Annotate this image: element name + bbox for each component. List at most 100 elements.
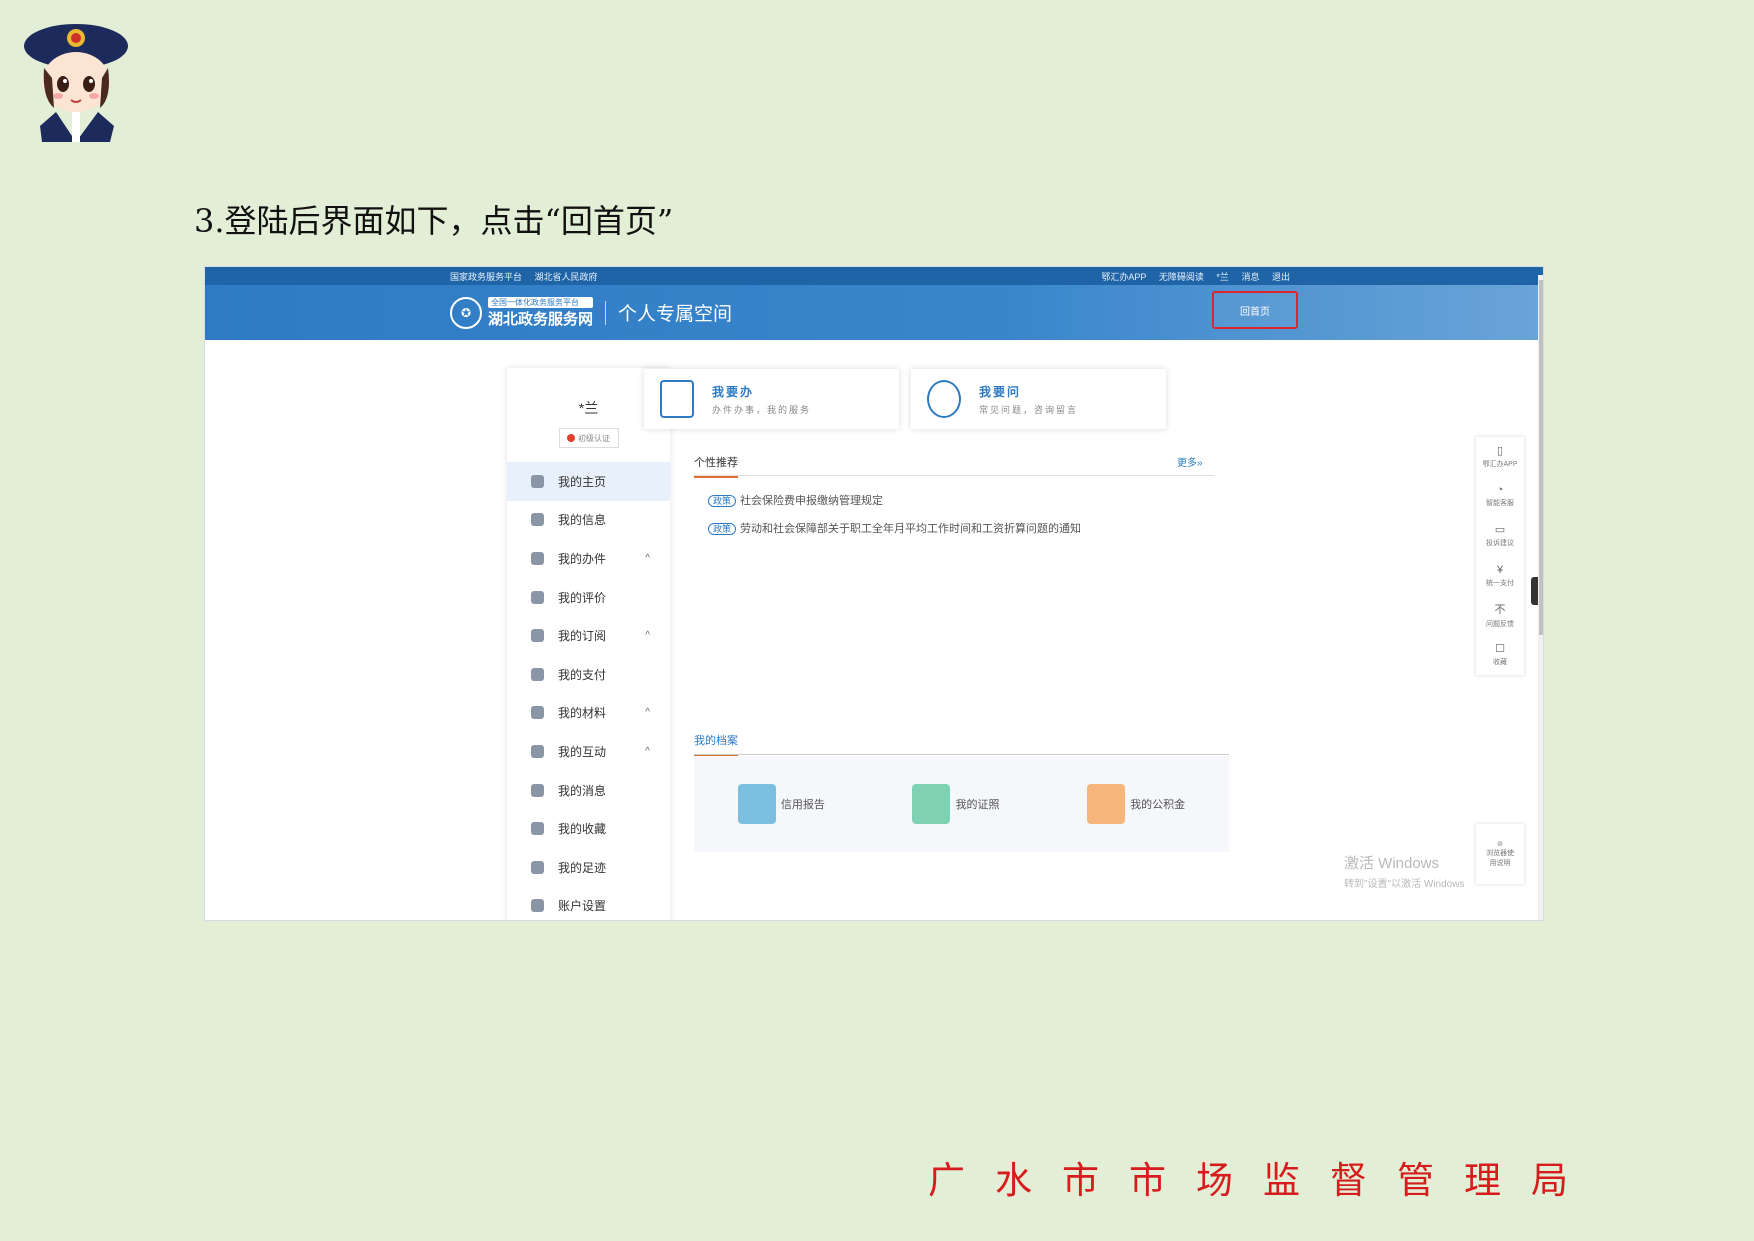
sidebar-item-label: 账户设置: [558, 899, 607, 914]
tool-label: 智能客服: [1486, 500, 1514, 508]
float-tool-item[interactable]: ☐ 收藏: [1476, 635, 1524, 675]
archive-housing-fund[interactable]: 我的公积金: [1087, 784, 1185, 824]
sidebar-item[interactable]: 我的互动 ^: [507, 732, 670, 771]
sidebar-item[interactable]: 我的消息: [507, 771, 670, 810]
archive-licenses[interactable]: 我的证照: [912, 784, 999, 824]
sidebar-item-label: 我的评价: [558, 590, 607, 605]
menu-icon: [531, 822, 544, 836]
topbar-link[interactable]: 鄂汇办APP: [1101, 272, 1146, 282]
card-subtitle: 常见问题，咨询留言: [979, 404, 1079, 415]
site-header: ✪ 全国一体化政务服务平台 湖北政务服务网 个人专属空间 回首页: [205, 285, 1543, 340]
float-tool-item[interactable]: ▯ 鄂汇办APP: [1476, 437, 1524, 477]
menu-icon: [531, 590, 544, 604]
sidebar-item[interactable]: 我的订阅 ^: [507, 616, 670, 655]
menu-icon: [531, 629, 544, 643]
tool-label: 投诉建议: [1486, 540, 1514, 548]
house-icon: [1087, 784, 1126, 824]
topbar-user[interactable]: *兰: [1216, 272, 1229, 282]
browser-guide-button[interactable]: ⊘ 浏览器使用说明: [1476, 824, 1524, 884]
footer-organization: 广水市市场监督管理局: [928, 1159, 1598, 1202]
archive-divider: [694, 754, 1229, 755]
site-logo-icon[interactable]: ✪: [450, 296, 482, 329]
topbar-link[interactable]: 湖北省人民政府: [535, 272, 598, 282]
sidebar-item[interactable]: 我的评价: [507, 578, 670, 617]
sidebar-item[interactable]: 我的主页: [507, 462, 670, 501]
browser-screenshot: 国家政务服务平台 湖北省人民政府 鄂汇办APP 无障碍阅读 *兰 消息 退出 ✪…: [204, 266, 1544, 921]
sidebar-item-label: 我的信息: [558, 513, 607, 528]
menu-icon: [531, 744, 544, 758]
float-tool-item[interactable]: ▭ 投诉建议: [1476, 516, 1524, 556]
sidebar-item[interactable]: 我的信息: [507, 501, 670, 540]
sidebar-item-label: 我的消息: [558, 783, 607, 798]
instruction-heading: 3.登陆后界面如下，点击“回首页”: [194, 202, 674, 240]
topbar-messages[interactable]: 消息: [1241, 272, 1259, 282]
sidebar-item[interactable]: 我的材料 ^: [507, 694, 670, 733]
card-subtitle: 办件办事，我的服务: [712, 404, 812, 415]
sidebar-item-label: 我的订阅: [558, 629, 607, 644]
float-tool-item[interactable]: ¥ 统一支付: [1476, 556, 1524, 596]
door-icon: [660, 380, 694, 418]
card-ask-question[interactable]: 我要问常见问题，咨询留言: [911, 369, 1166, 429]
credit-report-icon: [737, 784, 776, 824]
topbar-link[interactable]: 无障碍阅读: [1159, 272, 1204, 282]
logo-title[interactable]: 湖北政务服务网: [488, 308, 593, 329]
tool-icon: 不: [1494, 604, 1506, 617]
tool-label: 收藏: [1493, 659, 1507, 667]
news-item[interactable]: 政策 社会保险费申报缴纳管理规定: [708, 492, 883, 508]
chevron-up-icon[interactable]: ^: [645, 553, 650, 564]
chevron-up-icon[interactable]: ^: [645, 707, 650, 718]
sidebar-item[interactable]: 账户设置: [507, 887, 670, 920]
card-title: 我要办: [712, 384, 755, 399]
person-question-icon: [927, 380, 961, 418]
sidebar-item-label: 我的主页: [558, 474, 607, 489]
news-item[interactable]: 政策 劳动和社会保障部关于职工全年月平均工作时间和工资折算问题的通知: [708, 520, 1081, 536]
sidebar-item[interactable]: 我的支付: [507, 655, 670, 694]
card-handle-affairs[interactable]: 我要办办件办事，我的服务: [644, 369, 899, 429]
tool-icon: ▭: [1494, 524, 1506, 537]
scrollbar[interactable]: [1538, 275, 1543, 920]
menu-icon: [531, 860, 544, 874]
tool-icon: ◔: [1496, 484, 1504, 497]
logout-link[interactable]: 退出: [1272, 272, 1290, 282]
page-title: 个人专属空间: [618, 304, 733, 325]
tool-label: 统一支付: [1486, 579, 1514, 587]
float-tool-item[interactable]: 不问题反馈: [1476, 595, 1524, 635]
chevron-up-icon[interactable]: ^: [645, 630, 650, 641]
sidebar-item-label: 我的足迹: [558, 860, 607, 875]
tool-icon: ¥: [1496, 563, 1504, 576]
sidebar-item-label: 我的材料: [558, 706, 607, 721]
menu-icon: [531, 474, 544, 488]
sidebar-menu: 我的主页我的信息我的办件 ^ 我的评价我的订阅 ^ 我的支付我的材料 ^ 我的互动 ^ 我的消息…: [507, 462, 670, 920]
floating-toolbar: ▯ 鄂汇办APP ◔ 智能客服 ▭ 投诉建议 ¥ 统一支付不问题反馈 ☐ 收藏: [1476, 437, 1524, 675]
archive-credit-report[interactable]: 信用报告: [737, 784, 825, 824]
archive-title: 我的档案: [694, 732, 738, 756]
topbar-link[interactable]: 国家政务服务平台: [450, 272, 522, 282]
sidebar-item-label: 我的互动: [558, 744, 607, 759]
sidebar-item-label: 我的支付: [558, 667, 607, 682]
menu-icon: [531, 513, 544, 527]
card-title: 我要问: [979, 384, 1022, 399]
menu-icon: [531, 899, 544, 913]
menu-icon: [531, 783, 544, 797]
sidebar-item[interactable]: 我的办件 ^: [507, 539, 670, 578]
header-divider: [605, 300, 607, 325]
menu-icon: [531, 551, 544, 565]
sidebar-item-label: 我的办件: [558, 551, 607, 566]
chevron-up-icon[interactable]: ^: [645, 746, 650, 757]
browser-icon: ⊘: [1497, 841, 1503, 848]
auth-badge[interactable]: 初级认证: [558, 428, 619, 448]
sidebar-item[interactable]: 我的收藏: [507, 809, 670, 848]
scrollbar-thumb[interactable]: [1539, 280, 1543, 635]
tool-icon: ☐: [1495, 643, 1505, 656]
float-tool-item[interactable]: ◔ 智能客服: [1476, 477, 1524, 517]
top-bar: 国家政务服务平台 湖北省人民政府 鄂汇办APP 无障碍阅读 *兰 消息 退出: [205, 267, 1543, 285]
home-button[interactable]: 回首页: [1212, 291, 1298, 329]
mascot-logo: [24, 24, 128, 142]
menu-icon: [531, 706, 544, 720]
more-link[interactable]: 更多»: [1177, 454, 1203, 469]
sidebar-item-label: 我的收藏: [558, 822, 607, 837]
recommend-divider: [694, 475, 1214, 476]
archive-panel: 信用报告 我的证照 我的公积金: [694, 756, 1229, 852]
sidebar-item[interactable]: 我的足迹: [507, 848, 670, 887]
tool-icon: ▯: [1496, 445, 1504, 458]
